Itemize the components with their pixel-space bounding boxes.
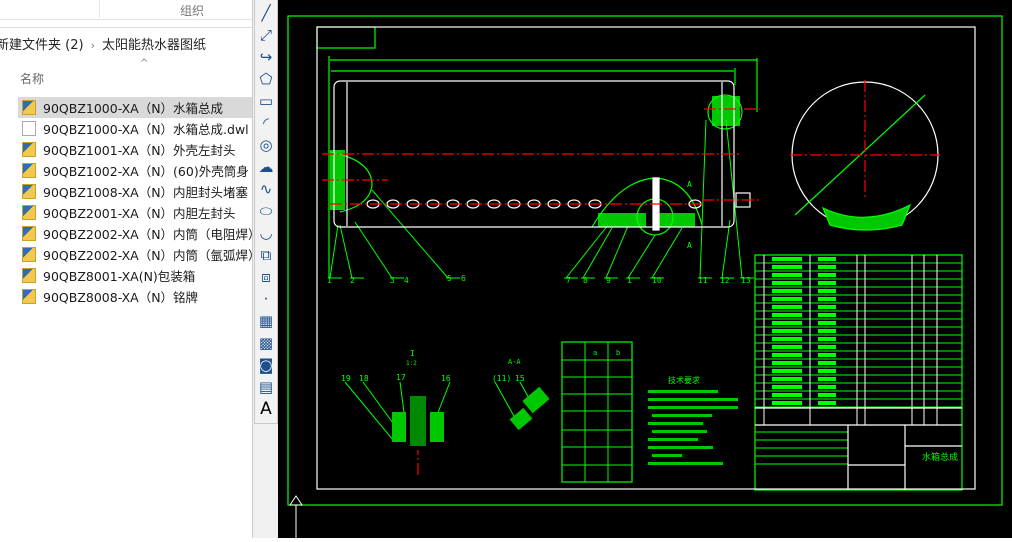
file-item[interactable]: 90QBZ2002-XA（N）内筒（电阻焊） — [18, 223, 261, 244]
part-label: 11 — [698, 276, 708, 285]
part-label: 17 — [396, 373, 406, 382]
file-item[interactable]: 90QBZ1000-XA（N）水箱总成.dwl — [18, 118, 252, 139]
table-header: b — [616, 349, 620, 357]
file-item[interactable]: 90QBZ1002-XA（N）(60)外壳筒身 — [18, 160, 252, 181]
title-tag-box — [316, 26, 376, 49]
ellipse-arc-icon[interactable]: ◡ — [256, 223, 276, 243]
part-label: 13 — [741, 276, 751, 285]
dwg-file-icon — [22, 289, 36, 304]
file-name: 90QBZ1002-XA（N）(60)外壳筒身 — [43, 164, 249, 179]
table-header: a — [593, 349, 597, 357]
gradient-icon[interactable]: ▩ — [256, 333, 276, 353]
part-label: 8 — [583, 276, 588, 285]
dwg-file-icon — [22, 205, 36, 220]
file-name: 90QBZ1000-XA（N）水箱总成 — [43, 101, 224, 116]
polygon-icon[interactable]: ⬠ — [256, 69, 276, 89]
file-item[interactable]: 90QBZ1001-XA（N）外壳左封头 — [18, 139, 252, 160]
part-label: 7 — [566, 276, 571, 285]
file-name: 90QBZ2001-XA（N）内胆左封头 — [43, 206, 236, 221]
dwg-file-icon — [22, 100, 36, 115]
drawing-canvas[interactable]: 1 2 3 4 5 6 7 8 9 1 10 11 12 13 A A I 1:… — [278, 0, 1012, 538]
file-item[interactable]: 90QBZ2002-XA（N）内筒（氩弧焊） — [18, 244, 261, 265]
dwg-file-icon — [22, 247, 36, 262]
part-label: 4 — [404, 276, 409, 285]
spline-icon[interactable]: ∿ — [256, 179, 276, 199]
table-icon[interactable]: ▤ — [256, 377, 276, 397]
hatch-icon[interactable]: ▦ — [256, 311, 276, 331]
part-label: 2 — [350, 276, 355, 285]
dwg-file-icon — [22, 184, 36, 199]
part-label: 18 — [359, 374, 369, 383]
file-name: 90QBZ1001-XA（N）外壳左封头 — [43, 143, 236, 158]
file-item[interactable]: 90QBZ8001-XA(N)包装箱 — [18, 265, 252, 286]
point-icon[interactable]: · — [256, 289, 276, 309]
section-marker: A — [687, 180, 692, 189]
part-label: 5 — [447, 274, 452, 283]
file-item[interactable]: 90QBZ1000-XA（N）水箱总成 — [18, 97, 252, 118]
file-name: 90QBZ8008-XA（N）铭牌 — [43, 290, 199, 305]
line-icon[interactable]: ╱ — [256, 3, 276, 23]
ribbon-divider — [99, 0, 100, 18]
rectangle-icon[interactable]: ▭ — [256, 91, 276, 111]
cad-drawing[interactable]: 1 2 3 4 5 6 7 8 9 1 10 11 12 13 A A I 1:… — [278, 0, 1012, 538]
section-view-label: A-A — [508, 358, 521, 366]
part-label: 1 — [327, 276, 332, 285]
dwg-file-icon — [22, 268, 36, 283]
revision-cloud-icon[interactable]: ☁ — [256, 157, 276, 177]
dwg-file-icon — [22, 163, 36, 178]
part-label: (11) — [492, 374, 511, 383]
part-label: 10 — [652, 276, 662, 285]
part-label: 16 — [441, 374, 451, 383]
column-header-name[interactable]: 名称 — [20, 70, 44, 87]
part-label: 15 — [515, 374, 525, 383]
dwg-file-icon — [22, 226, 36, 241]
polyline-icon[interactable]: ↪ — [256, 47, 276, 67]
construction-line-icon[interactable]: ⤢ — [256, 25, 276, 45]
multiline-text-icon[interactable]: A — [256, 399, 276, 419]
part-label: 3 — [390, 276, 395, 285]
file-list: 90QBZ1000-XA（N）水箱总成 90QBZ1000-XA（N）水箱总成.d… — [18, 97, 261, 307]
file-item[interactable]: 90QBZ2001-XA（N）内胆左封头 — [18, 202, 252, 223]
make-block-icon[interactable]: ⧈ — [256, 267, 276, 287]
part-label: 1 — [627, 276, 632, 285]
draw-toolbar: ╱ ⤢ ↪ ⬠ ▭ ◜ ◎ ☁ ∿ ⬭ ◡ ⧉ ⧈ · ▦ ▩ ◙ ▤ A — [252, 0, 278, 538]
region-icon[interactable]: ◙ — [256, 355, 276, 375]
file-name: 90QBZ2002-XA（N）内筒（氩弧焊） — [43, 248, 261, 263]
file-explorer: 组织 新建文件夹 (2) › 太阳能热水器图纸 ^ 名称 90QBZ1000-XA（… — [0, 0, 261, 538]
part-label: 9 — [606, 276, 611, 285]
file-item[interactable]: 90QBZ1008-XA（N）内胆封头堵塞 — [18, 181, 252, 202]
sort-ascending-icon: ^ — [140, 58, 149, 69]
dwg-file-icon — [22, 142, 36, 157]
file-name: 90QBZ8001-XA(N)包装箱 — [43, 269, 196, 284]
circle-icon[interactable]: ◎ — [256, 135, 276, 155]
part-label: 19 — [341, 374, 351, 383]
file-name: 90QBZ1008-XA（N）内胆封头堵塞 — [43, 185, 249, 200]
file-item[interactable]: 90QBZ8008-XA（N）铭牌 — [18, 286, 252, 307]
detail-label: I — [410, 349, 415, 358]
breadcrumb: 新建文件夹 (2) › 太阳能热水器图纸 — [0, 27, 252, 57]
ellipse-icon[interactable]: ⬭ — [256, 201, 276, 221]
breadcrumb-item[interactable]: 新建文件夹 (2) — [0, 34, 84, 53]
file-name: 90QBZ2002-XA（N）内筒（电阻焊） — [43, 227, 261, 242]
document-file-icon — [22, 121, 36, 136]
section-marker: A — [687, 241, 692, 250]
file-name: 90QBZ1000-XA（N）水箱总成.dwl — [43, 122, 249, 137]
chevron-right-icon[interactable]: › — [91, 39, 95, 52]
tech-requirements-title: 技术要求 — [668, 375, 700, 385]
detail-scale: 1:2 — [406, 360, 417, 367]
ribbon-group-organize[interactable]: 组织 — [180, 2, 204, 19]
breadcrumb-item[interactable]: 太阳能热水器图纸 — [102, 34, 206, 53]
part-label: 12 — [720, 276, 730, 285]
arc-icon[interactable]: ◜ — [256, 113, 276, 133]
ribbon: 组织 — [0, 0, 252, 20]
part-label: 6 — [461, 274, 466, 283]
insert-block-icon[interactable]: ⧉ — [256, 245, 276, 265]
title-block-name: 水箱总成 — [922, 451, 958, 463]
